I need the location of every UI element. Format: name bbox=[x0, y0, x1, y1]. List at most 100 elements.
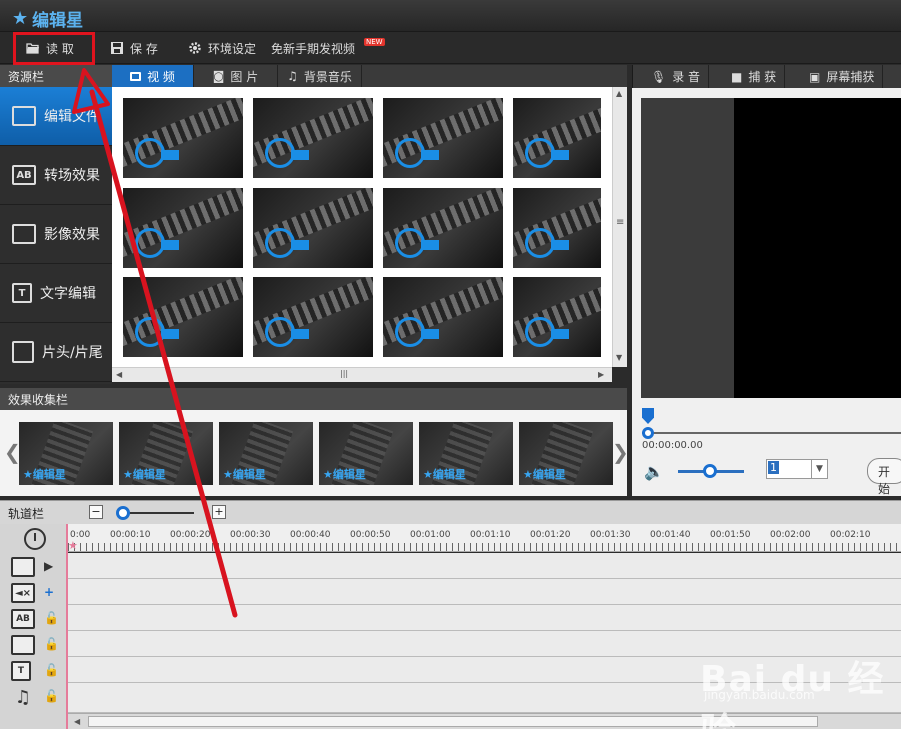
media-horizontal-scrollbar[interactable]: ◀ ||| ▶ bbox=[112, 367, 612, 382]
star-logo-icon: ★ bbox=[23, 468, 33, 481]
effect-thumbnail[interactable]: ★编辑星 bbox=[119, 422, 213, 485]
effect-thumbnail[interactable]: ★编辑星 bbox=[219, 422, 313, 485]
tab-image[interactable]: ◙ 图 片 bbox=[194, 65, 278, 87]
tab-video[interactable]: 视 频 bbox=[112, 65, 194, 87]
intro-outro-icon bbox=[12, 341, 34, 363]
timeline-cursor-marker[interactable]: ★ bbox=[68, 539, 78, 552]
scroll-down-icon[interactable]: ▼ bbox=[616, 353, 622, 362]
zoom-slider-handle[interactable] bbox=[116, 506, 130, 520]
effect-thumbnail[interactable]: ★编辑星 bbox=[419, 422, 513, 485]
sidebar-item-video-effects[interactable]: 影像效果 bbox=[0, 205, 112, 264]
settings-button[interactable]: 环境设定 bbox=[188, 38, 256, 58]
media-vertical-scrollbar[interactable]: ▲ ≡ ▼ bbox=[612, 87, 627, 367]
capture-button[interactable]: ■ 捕 获 bbox=[723, 65, 786, 88]
seek-track[interactable] bbox=[642, 432, 901, 434]
seek-handle[interactable] bbox=[642, 427, 654, 439]
preview-tabs: 🎙 录 音 ■ 捕 获 ▣ 屏幕捕获 bbox=[632, 65, 901, 88]
media-thumbnail[interactable] bbox=[123, 188, 243, 268]
preview-panel: 00:00:00.00 🔈 1 ▼ 开始 bbox=[632, 88, 901, 496]
playhead-marker[interactable] bbox=[642, 408, 654, 424]
sidebar-item-label: 片头/片尾 bbox=[42, 345, 103, 361]
capture-label: 捕 获 bbox=[748, 70, 777, 84]
media-thumbnail[interactable] bbox=[513, 98, 601, 178]
add-track-icon[interactable]: + bbox=[44, 585, 54, 599]
open-highlight-annotation bbox=[13, 32, 95, 65]
start-button[interactable]: 开始 bbox=[867, 458, 901, 496]
unlock-icon[interactable]: 🔓 bbox=[44, 689, 59, 703]
unlock-icon[interactable]: 🔓 bbox=[44, 663, 59, 677]
media-thumbnail[interactable] bbox=[253, 277, 373, 357]
media-thumbnail[interactable] bbox=[383, 188, 503, 268]
ruler-label: 00:01:00 bbox=[410, 530, 451, 540]
music-note-icon: ♫ bbox=[287, 69, 298, 83]
ruler-label: 00:00:40 bbox=[290, 530, 331, 540]
microphone-icon: 🎙 bbox=[651, 69, 667, 84]
zoom-slider-track[interactable] bbox=[120, 512, 194, 514]
effects-strip: ❮ ★编辑星 ★编辑星 ★编辑星 ★编辑星 ★编辑星 ★编辑星 ❯ bbox=[0, 410, 629, 496]
effect-thumb-label: 编辑星 bbox=[32, 468, 66, 481]
text-track-controls: T 🔓 bbox=[0, 658, 68, 684]
media-thumbnail[interactable] bbox=[383, 277, 503, 357]
record-audio-button[interactable]: 🎙 录 音 bbox=[643, 65, 710, 88]
effects-panel-header: 效果收集栏 bbox=[0, 388, 627, 410]
timeline-ruler[interactable]: 0:00 00:00:10 00:00:20 00:00:30 00:00:40… bbox=[68, 524, 901, 552]
video-track[interactable] bbox=[68, 553, 901, 579]
video-camera-icon: ■ bbox=[731, 69, 743, 84]
media-thumbnail[interactable] bbox=[253, 98, 373, 178]
app-title-text: 编辑星 bbox=[32, 11, 84, 31]
effect-thumbnail[interactable]: ★编辑星 bbox=[319, 422, 413, 485]
media-thumbnail[interactable] bbox=[123, 98, 243, 178]
text-t-icon: T bbox=[12, 283, 32, 303]
star-logo-icon: ★ bbox=[523, 468, 533, 481]
scroll-up-icon[interactable]: ▲ bbox=[616, 89, 622, 98]
effect-track-controls: 🔓 bbox=[0, 632, 68, 658]
volume-icon[interactable]: 🔈 bbox=[644, 462, 664, 481]
chevron-down-icon[interactable]: ▼ bbox=[811, 460, 827, 478]
zoom-in-button[interactable]: + bbox=[212, 505, 226, 519]
text-t-icon: T bbox=[11, 661, 31, 681]
screen-capture-button[interactable]: ▣ 屏幕捕获 bbox=[801, 65, 884, 88]
zoom-out-button[interactable]: − bbox=[89, 505, 103, 519]
sidebar-item-text-edit[interactable]: T 文字编辑 bbox=[0, 264, 112, 323]
media-thumbnail[interactable] bbox=[123, 277, 243, 357]
ruler-label: 00:00:20 bbox=[170, 530, 211, 540]
scroll-left-icon[interactable]: ◀ bbox=[74, 717, 80, 726]
sidebar-item-transitions[interactable]: AB 转场效果 bbox=[0, 146, 112, 205]
save-button[interactable]: 保 存 bbox=[110, 38, 158, 58]
effect-thumbnail[interactable]: ★编辑星 bbox=[19, 422, 113, 485]
unlock-icon[interactable]: 🔓 bbox=[44, 611, 59, 625]
tab-music[interactable]: ♫ 背景音乐 bbox=[278, 65, 362, 87]
media-thumbnail[interactable] bbox=[383, 98, 503, 178]
star-logo-icon: ★ bbox=[323, 468, 333, 481]
preview-timecode: 00:00:00.00 bbox=[642, 440, 703, 451]
star-logo-icon: ★ bbox=[423, 468, 433, 481]
play-track-icon[interactable]: ▶ bbox=[44, 559, 53, 573]
scroll-right-icon[interactable]: ▶ bbox=[598, 370, 604, 379]
baidu-watermark: Bai du 经验 jingyan.baidu.com bbox=[690, 628, 890, 729]
media-thumbnail[interactable] bbox=[513, 188, 601, 268]
music-note-icon: ♫ bbox=[14, 686, 32, 708]
app-title: ★ 编辑星 bbox=[12, 6, 83, 31]
camera-icon: ◙ bbox=[212, 69, 225, 83]
ruler-label: 00:01:20 bbox=[530, 530, 571, 540]
save-disk-icon bbox=[111, 42, 123, 54]
sidebar-item-edit-files[interactable]: 编辑文件 bbox=[0, 87, 112, 146]
sidebar-item-intro-outro[interactable]: 片头/片尾 bbox=[0, 323, 112, 382]
volume-slider-handle[interactable] bbox=[703, 464, 717, 478]
tutorial-link[interactable]: 免新手期发视频 NEW bbox=[271, 38, 385, 58]
unlock-icon[interactable]: 🔓 bbox=[44, 637, 59, 651]
transition-track-controls: AB 🔓 bbox=[0, 606, 68, 632]
effect-thumbnail[interactable]: ★编辑星 bbox=[519, 422, 613, 485]
sidebar-item-label: 影像效果 bbox=[44, 227, 100, 243]
chevron-right-icon[interactable]: ❯ bbox=[612, 440, 629, 464]
media-thumbnail[interactable] bbox=[513, 277, 601, 357]
audio-track[interactable] bbox=[68, 579, 901, 605]
gear-icon bbox=[189, 42, 201, 54]
sidebar-item-label: 转场效果 bbox=[44, 168, 100, 184]
media-thumbnail[interactable] bbox=[253, 188, 373, 268]
speed-select[interactable]: 1 ▼ bbox=[766, 459, 828, 479]
record-audio-label: 录 音 bbox=[672, 70, 701, 84]
ab-transition-icon: AB bbox=[11, 609, 35, 629]
scroll-left-icon[interactable]: ◀ bbox=[116, 370, 122, 379]
video-track-controls: ▶ bbox=[0, 554, 68, 580]
